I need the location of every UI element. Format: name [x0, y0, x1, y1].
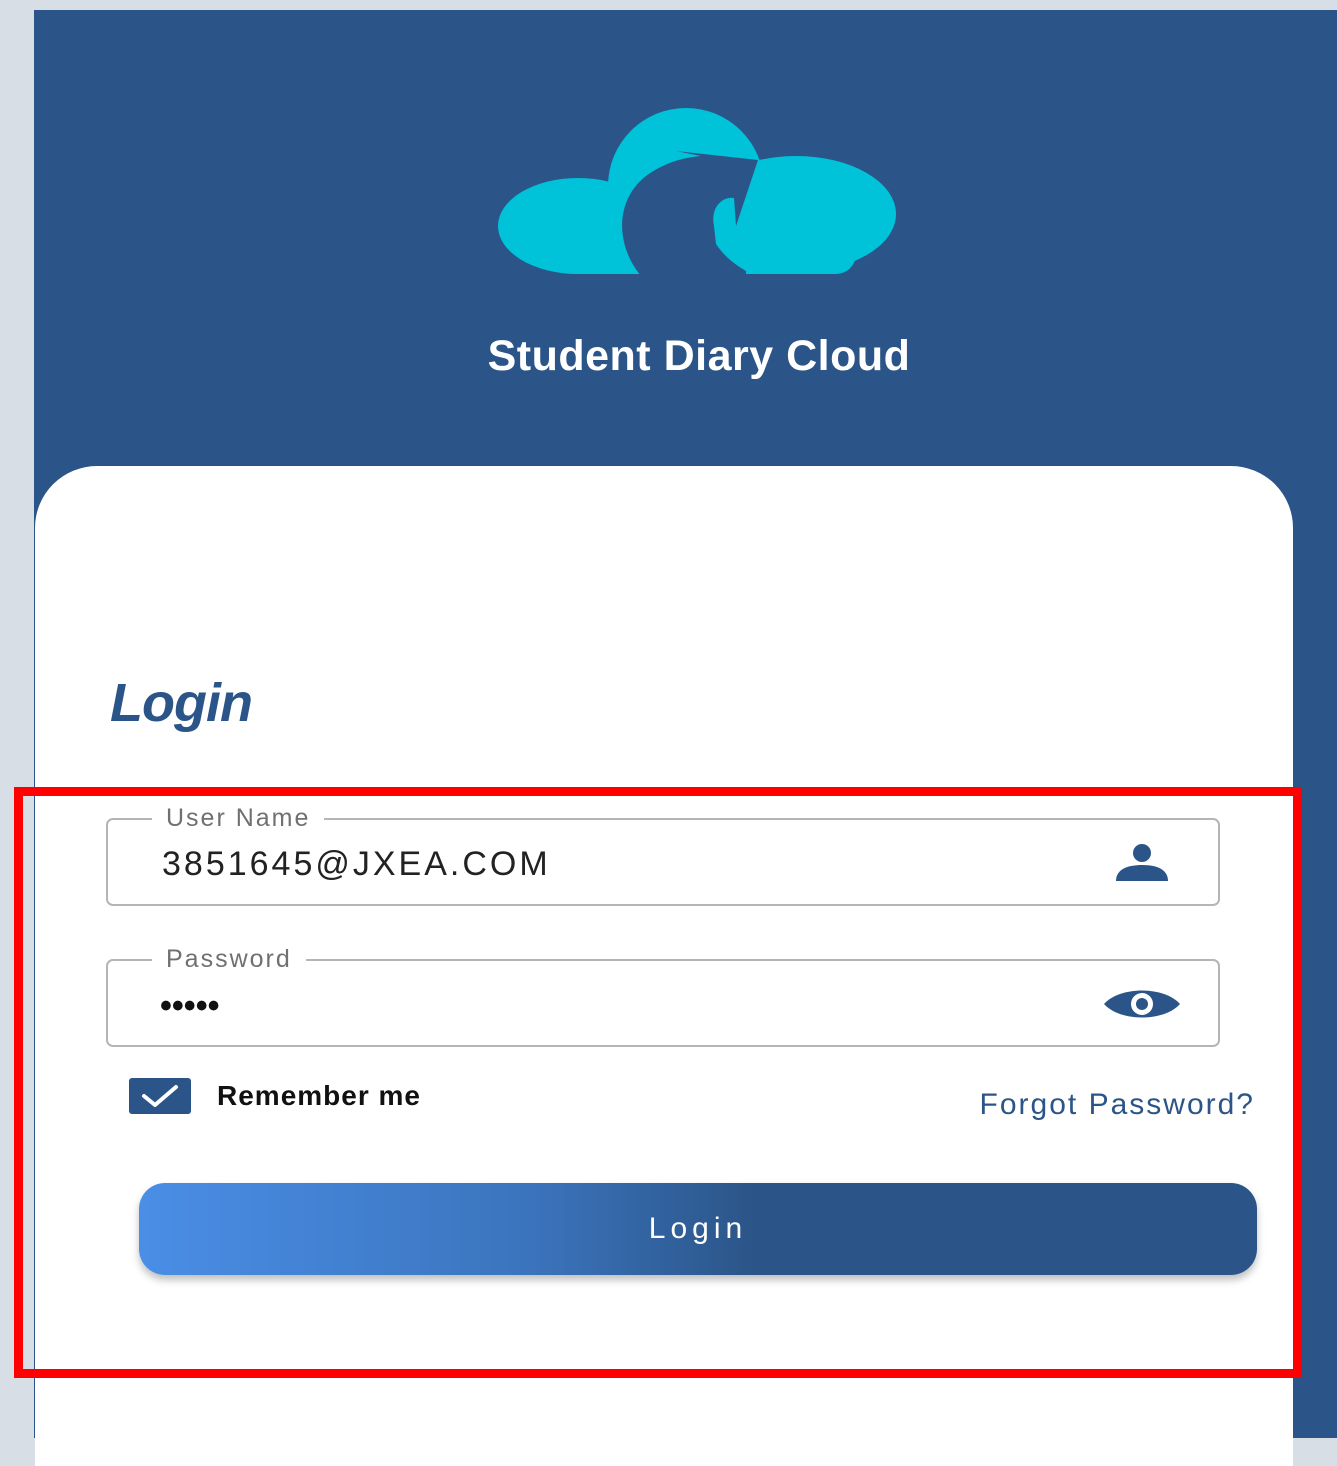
user-icon [1102, 840, 1182, 886]
password-label: Password [152, 944, 306, 974]
remember-me-label: Remember me [217, 1080, 421, 1111]
username-value[interactable]: 3851645@JXEA.COM [162, 844, 551, 884]
checkmark-icon [142, 1085, 178, 1107]
login-heading: Login [110, 673, 253, 733]
forgot-password-link[interactable]: Forgot Password? [980, 1088, 1255, 1122]
username-field[interactable]: User Name 3851645@JXEA.COM [106, 803, 1220, 906]
password-value[interactable]: ••••• [160, 989, 220, 1023]
eye-icon[interactable] [1102, 981, 1182, 1027]
brand-title: Student Diary Cloud [487, 332, 911, 380]
login-button[interactable]: Login [139, 1183, 1257, 1275]
password-field[interactable]: Password ••••• [106, 944, 1220, 1047]
remember-me-checkbox[interactable] [129, 1078, 191, 1114]
remember-me-row[interactable]: Remember me [129, 1077, 421, 1115]
username-label: User Name [152, 803, 325, 833]
cloud-logo-icon [498, 108, 896, 276]
